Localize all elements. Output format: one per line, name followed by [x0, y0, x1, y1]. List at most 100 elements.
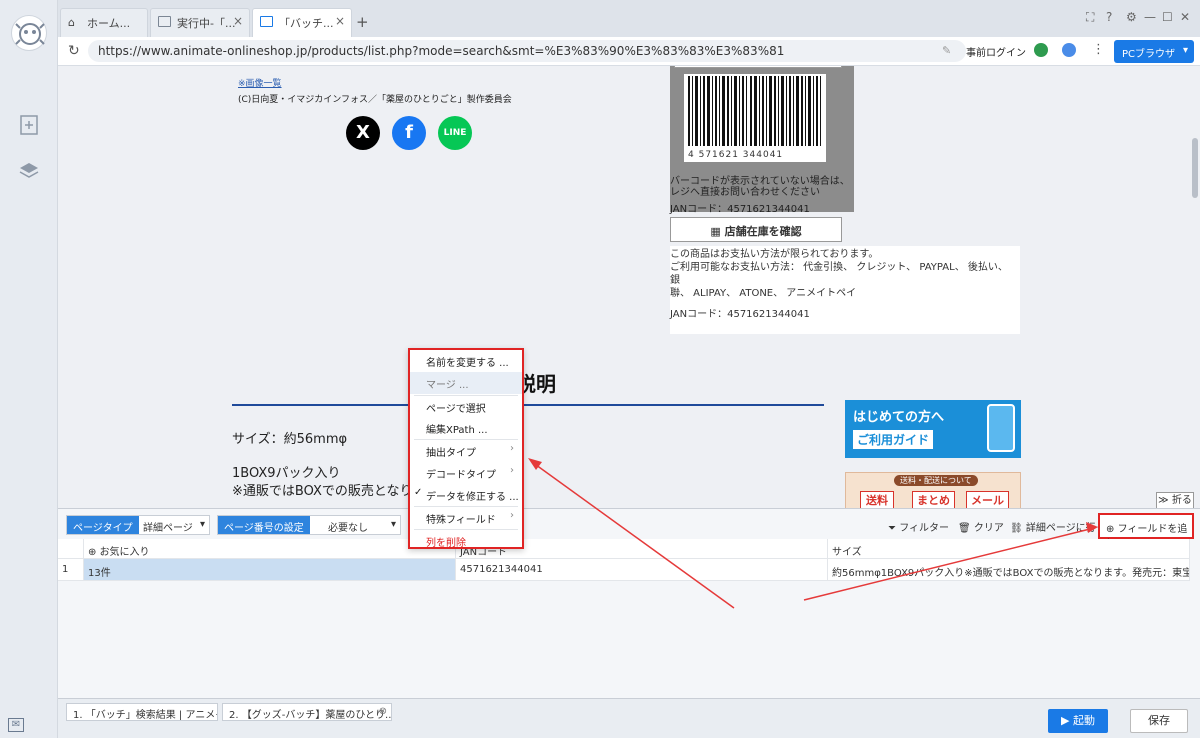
clear-label: クリア	[973, 523, 1004, 534]
copyright-text: (C)日向夏・イマジカインフォス／「薬屋のひとりごと」製作委員会	[238, 95, 512, 105]
tab-batch[interactable]: 「バッチ... ×	[252, 8, 352, 37]
barcode-number: 4 571621 344041	[688, 150, 784, 160]
goto-detail-button[interactable]: ⛓ 詳細ページに行く	[1010, 519, 1106, 534]
crosshair-icon: ⊕	[88, 547, 100, 558]
scrollbar-thumb[interactable]	[1192, 138, 1198, 198]
gift-icon[interactable]: ⛶	[1086, 10, 1094, 25]
menu-special-field[interactable]: 特殊フィールド ›	[410, 507, 522, 529]
menu-merge[interactable]: マージ ...	[410, 372, 522, 394]
trash-icon: 🗑	[958, 523, 974, 534]
jan-code-dark: JANコード：4571621344041	[670, 204, 810, 215]
menu-edit-xpath[interactable]: 編集XPath ...	[410, 417, 522, 439]
menu-select-in-page[interactable]: ページで選択	[410, 396, 522, 418]
gear-icon[interactable]: ⚙	[1126, 10, 1137, 24]
chevron-down-icon: ▾	[1182, 45, 1188, 56]
column-header-size[interactable]: サイズ	[828, 539, 1190, 559]
x-share-icon[interactable]: X	[346, 116, 380, 150]
left-rail	[0, 0, 58, 738]
browser-mode-dropdown[interactable]: PCブラウザ ▾	[1114, 40, 1194, 63]
page-icon	[260, 16, 273, 27]
guide-banner-line2: ご利用ガイド	[853, 430, 934, 449]
new-tab-icon[interactable]: +	[356, 13, 369, 31]
column-label: お気に入り	[99, 547, 150, 558]
data-table: ⊕ お気に入り JANコード サイズ 1 13件 4571621344041 約…	[58, 539, 1190, 581]
chevron-right-icon: ›	[510, 510, 514, 521]
shipping-tag-1: 送料	[860, 491, 894, 508]
pack-text: 1BOX9パック入り	[232, 466, 341, 481]
address-row: ↻ https://www.animate-onlineshop.jp/prod…	[58, 37, 1200, 66]
more-icon[interactable]: ⋮	[1092, 42, 1105, 57]
layers-icon[interactable]	[18, 160, 40, 182]
fold-icon: ≫	[1158, 495, 1172, 506]
tab-label: 実行中-「...	[177, 17, 236, 30]
close-icon[interactable]: ×	[335, 14, 345, 28]
facebook-share-icon[interactable]: f	[392, 116, 426, 150]
reload-icon[interactable]: ↻	[68, 43, 80, 59]
smartphone-icon	[987, 404, 1015, 452]
menu-label: 名前を変更する ...	[426, 358, 509, 369]
url-field[interactable]: https://www.animate-onlineshop.jp/produc…	[88, 40, 966, 62]
extraction-panel: ページタイプ 詳細ページ ▾ ページ番号の設定 必要なし ▾ ⏷ フィルター 🗑…	[58, 508, 1200, 698]
column-header-favorite[interactable]: ⊕ お気に入り	[84, 539, 456, 559]
menu-label: ページで選択	[426, 404, 486, 415]
start-label: 起動	[1072, 714, 1095, 727]
menu-decode-type[interactable]: デコードタイプ ›	[410, 462, 522, 484]
size-text: サイズ：約56mmφ	[232, 432, 348, 447]
menu-label: デコードタイプ	[426, 470, 496, 481]
message-icon[interactable]: ✉	[8, 718, 24, 732]
user-icon[interactable]	[1062, 43, 1076, 57]
plus-circle-icon: ⊕	[1106, 524, 1118, 535]
tab-home[interactable]: ⌂ ホーム...	[60, 8, 148, 37]
menu-label: マージ ...	[426, 380, 469, 391]
close-icon[interactable]: ×	[233, 14, 243, 28]
page-type-select[interactable]: ページタイプ 詳細ページ ▾	[66, 515, 210, 535]
window-close-icon[interactable]: ✕	[1180, 10, 1190, 24]
shipping-tag-3: メール	[966, 491, 1009, 508]
filter-button[interactable]: ⏷ フィルター	[888, 519, 949, 534]
user-guide-banner[interactable]: はじめての方へ ご利用ガイド	[845, 400, 1021, 458]
menu-modify-data[interactable]: ✓ データを修正する ...	[410, 484, 522, 506]
menu-delete-column[interactable]: 列を削除	[410, 530, 522, 552]
menu-rename[interactable]: 名前を変更する ...	[410, 350, 522, 372]
home-icon: ⌂	[68, 16, 75, 29]
menu-extract-type[interactable]: 抽出タイプ ›	[410, 440, 522, 462]
chevron-down-icon: ▾	[199, 519, 205, 530]
cell-size[interactable]: 約56mmφ1BOX9パック入り※通販ではBOXでの販売となります。発売元：東宝…	[828, 559, 1190, 581]
pre-login-button[interactable]: 事前ログイン	[966, 44, 1026, 59]
maximize-icon[interactable]: ☐	[1162, 10, 1173, 24]
browser-mode-label: PCブラウザ	[1122, 49, 1176, 60]
page-scrollbar[interactable]	[1190, 66, 1200, 508]
task-tab-label: 2. 【グッズ-バッチ】薬屋のひとり...	[229, 710, 392, 721]
edit-url-icon[interactable]: ✎	[942, 44, 951, 57]
tab-running[interactable]: 実行中-「... ×	[150, 8, 250, 37]
task-tab-1[interactable]: 1. 「バッチ」検索結果 | アニメイト	[66, 703, 218, 721]
payment-info-box: この商品はお支払い方法が限られております。 ご利用可能なお支払い方法： 代金引換…	[670, 246, 1020, 334]
task-tab-2[interactable]: 2. 【グッズ-バッチ】薬屋のひとり... ⊗	[222, 703, 392, 721]
save-button[interactable]: 保存	[1130, 709, 1188, 733]
start-button[interactable]: ▶ 起動	[1048, 709, 1108, 733]
payment-note: この商品はお支払い方法が限られております。	[670, 249, 879, 260]
barcode-area: 4 571621 344041 バーコードが表示されていない場合は、 レジへ直接…	[670, 66, 854, 215]
chevron-down-icon: ▾	[390, 519, 396, 530]
chevron-right-icon: ›	[510, 443, 514, 454]
menu-label: 抽出タイプ	[426, 448, 476, 459]
minimize-icon[interactable]: —	[1144, 10, 1156, 24]
image-list-link[interactable]: ※画像一覧	[238, 76, 282, 89]
new-task-icon[interactable]	[18, 114, 40, 136]
cell-jan[interactable]: 4571621344041	[456, 559, 828, 581]
clear-button[interactable]: 🗑 クリア	[958, 519, 1004, 534]
extension-icon[interactable]	[1034, 43, 1048, 57]
page-number-select[interactable]: ページ番号の設定 必要なし ▾	[217, 515, 401, 535]
add-field-button[interactable]: ⊕ フィールドを追加	[1098, 513, 1194, 550]
fold-label: 折る	[1171, 495, 1192, 506]
page-icon	[158, 16, 171, 27]
line-share-icon[interactable]: LINE	[438, 116, 472, 150]
close-icon[interactable]: ⊗	[379, 706, 387, 717]
store-stock-button[interactable]: ▦ 店舗在庫を確認	[670, 217, 842, 242]
filter-icon: ⏷	[888, 523, 900, 534]
shipping-banner[interactable]: 送料・配送について 送料 まとめ メール	[845, 472, 1021, 508]
help-icon[interactable]: ?	[1106, 10, 1112, 24]
store-icon: ▦	[710, 225, 725, 238]
cell-favorite[interactable]: 13件	[84, 559, 456, 581]
app-logo-icon[interactable]	[11, 15, 47, 51]
